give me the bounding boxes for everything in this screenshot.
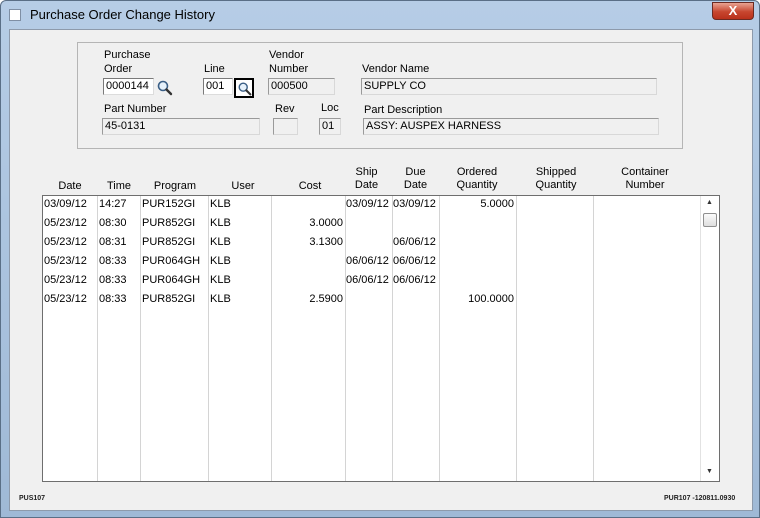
table-row[interactable]: 05/23/12 08:31 PUR852GI KLB 3.1300 06/06/12 xyxy=(43,236,699,252)
column-header-container-number[interactable]: Container Number xyxy=(610,166,680,192)
cell-cost: 2.5900 xyxy=(309,293,343,305)
cell-time: 08:33 xyxy=(99,274,127,286)
cell-time: 08:31 xyxy=(99,236,127,248)
cell-cost: 3.1300 xyxy=(309,236,343,248)
vendor-name-label: Vendor Name xyxy=(362,63,430,75)
vendor-number-label-line2: Number xyxy=(269,63,309,75)
cell-ship: 03/09/12 xyxy=(346,198,389,210)
column-header-ordered-quantity[interactable]: Ordered Quantity xyxy=(447,166,507,192)
table-row[interactable]: 05/23/12 08:33 PUR064GH KLB 06/06/12 06/06/12 xyxy=(43,274,699,290)
cell-program: PUR064GH xyxy=(142,255,201,267)
footer-left-code: PUS107 xyxy=(19,495,46,502)
part-description-field: ASSY: AUSPEX HARNESS xyxy=(363,118,659,135)
part-number-field: 45-0131 xyxy=(102,118,260,135)
vendor-number-label-line1: Vendor xyxy=(269,49,304,61)
vendor-number-field: 000500 xyxy=(268,78,335,95)
magnifier-icon xyxy=(238,82,252,96)
part-number-label: Part Number xyxy=(104,103,167,115)
cell-due: 06/06/12 xyxy=(393,255,436,267)
scroll-up-arrow-icon[interactable]: ▲ xyxy=(706,199,713,206)
scroll-down-arrow-icon[interactable]: ▼ xyxy=(706,468,713,475)
cell-program: PUR152GI xyxy=(142,198,196,210)
cell-user: KLB xyxy=(210,255,231,267)
cell-user: KLB xyxy=(210,236,231,248)
cell-user: KLB xyxy=(210,217,231,229)
cell-cost: 3.0000 xyxy=(309,217,343,229)
column-header-time[interactable]: Time xyxy=(99,180,139,193)
cell-time: 08:33 xyxy=(99,255,127,267)
cell-program: PUR852GI xyxy=(142,236,196,248)
cell-date: 05/23/12 xyxy=(44,217,87,229)
line-field[interactable]: 001 xyxy=(203,78,233,95)
history-table[interactable]: 03/09/12 14:27 PUR152GI KLB 03/09/12 03/09/12… xyxy=(42,195,720,482)
cell-date: 05/23/12 xyxy=(44,274,87,286)
client-area: Purchase Order 0000144 Line 001 Vendor N… xyxy=(9,29,753,511)
po-label-line2: Order xyxy=(104,63,133,75)
close-button[interactable]: X xyxy=(712,2,754,20)
cell-time: 08:33 xyxy=(99,293,127,305)
column-header-shipped-quantity[interactable]: Shipped Quantity xyxy=(526,166,586,192)
table-row[interactable]: 05/23/12 08:33 PUR064GH KLB 06/06/12 06/06/12 xyxy=(43,255,699,271)
cell-program: PUR852GI xyxy=(142,217,196,229)
close-icon: X xyxy=(728,3,738,18)
cell-user: KLB xyxy=(210,274,231,286)
loc-field: 01 xyxy=(319,118,341,135)
cell-ordered: 5.0000 xyxy=(480,198,514,210)
line-label: Line xyxy=(204,63,225,75)
window: Purchase Order Change History X Purchase… xyxy=(0,0,760,518)
cell-time: 08:30 xyxy=(99,217,127,229)
po-label-line1: Purchase xyxy=(104,49,151,61)
table-row[interactable]: 05/23/12 08:33 PUR852GI KLB 2.5900 100.0000 xyxy=(43,293,699,309)
title-bar[interactable]: Purchase Order Change History X xyxy=(1,1,759,29)
cell-date: 05/23/12 xyxy=(44,236,87,248)
cell-date: 05/23/12 xyxy=(44,255,87,267)
loc-label: Loc xyxy=(321,102,339,114)
cell-due: 06/06/12 xyxy=(393,236,436,248)
rev-field xyxy=(273,118,298,135)
cell-time: 14:27 xyxy=(99,198,127,210)
column-header-user[interactable]: User xyxy=(223,180,263,193)
cell-user: KLB xyxy=(210,198,231,210)
po-number-field[interactable]: 0000144 xyxy=(103,78,154,95)
scrollbar-thumb[interactable] xyxy=(703,213,717,227)
cell-due: 03/09/12 xyxy=(393,198,436,210)
cell-ship: 06/06/12 xyxy=(346,274,389,286)
column-header-program[interactable]: Program xyxy=(150,180,200,193)
vendor-name-field: SUPPLY CO xyxy=(361,78,657,95)
app-icon xyxy=(9,9,21,21)
cell-date: 03/09/12 xyxy=(44,198,87,210)
cell-program: PUR064GH xyxy=(142,274,201,286)
cell-date: 05/23/12 xyxy=(44,293,87,305)
vertical-scrollbar[interactable]: ▲ ▼ xyxy=(700,196,719,481)
column-header-date[interactable]: Date xyxy=(50,180,90,193)
line-lookup-button[interactable] xyxy=(234,78,254,98)
footer-right-code: PUR107 -120811.0930 xyxy=(664,495,736,502)
table-row[interactable]: 05/23/12 08:30 PUR852GI KLB 3.0000 xyxy=(43,217,699,233)
cell-due: 06/06/12 xyxy=(393,274,436,286)
cell-program: PUR852GI xyxy=(142,293,196,305)
rev-label: Rev xyxy=(275,103,295,115)
column-header-due-date[interactable]: Due Date xyxy=(393,166,438,192)
window-title: Purchase Order Change History xyxy=(30,7,215,22)
part-description-label: Part Description xyxy=(364,104,443,116)
po-lookup-magnifier-icon[interactable] xyxy=(156,79,174,97)
cell-user: KLB xyxy=(210,293,231,305)
column-header-cost[interactable]: Cost xyxy=(290,180,330,193)
column-header-ship-date[interactable]: Ship Date xyxy=(344,166,389,192)
cell-ordered: 100.0000 xyxy=(468,293,514,305)
table-row[interactable]: 03/09/12 14:27 PUR152GI KLB 03/09/12 03/09/12… xyxy=(43,198,699,214)
cell-ship: 06/06/12 xyxy=(346,255,389,267)
